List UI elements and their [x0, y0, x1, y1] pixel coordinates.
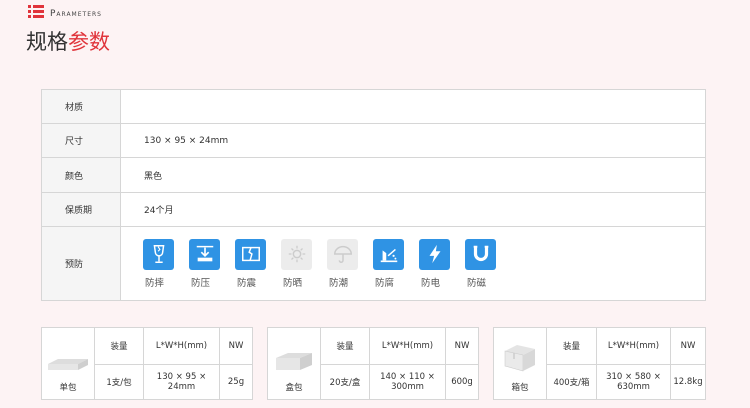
press-icon: [189, 238, 220, 270]
feature-label: 防腐: [375, 277, 395, 289]
feature-label: 防电: [421, 277, 441, 289]
spec-row-size: 尺寸 130 × 95 × 24mm: [41, 123, 706, 158]
feature-label: 防压: [191, 277, 211, 289]
package-dim: 140 × 110 × 300mm: [369, 364, 446, 400]
corrosion-icon: [373, 238, 404, 270]
spec-row-color: 颜色 黑色: [41, 157, 706, 193]
feature-label: 防震: [237, 277, 257, 289]
box-pack-icon: [276, 353, 312, 370]
spec-row-shelf-life: 保质期 24个月: [41, 192, 706, 227]
fragile-icon: [143, 238, 174, 270]
package-qty: 20支/盒: [320, 364, 370, 400]
shock-icon: [235, 238, 266, 270]
package-qty: 400支/箱: [546, 364, 597, 400]
feature-magnetic: 防磁: [463, 238, 509, 289]
package-nw: 600g: [445, 364, 479, 400]
package-qty: 1支/包: [94, 364, 144, 400]
col-header: L*W*H(mm): [596, 327, 671, 365]
package-table-box: 盒包 装量 L*W*H(mm) NW 20支/盒 140 × 110 × 300…: [267, 327, 479, 400]
feature-shock: 防震: [233, 238, 279, 289]
spec-key: 颜色: [41, 157, 121, 193]
section-subtitle: Parameters: [50, 9, 102, 19]
sun-icon: [281, 238, 312, 270]
feature-label: 防磁: [467, 277, 487, 289]
package-table-carton: 箱包 装量 L*W*H(mm) NW 400支/箱 310 × 580 × 63…: [493, 327, 706, 400]
feature-label: 防晒: [283, 277, 303, 289]
title-part-2: 参数: [68, 30, 110, 54]
package-name: 盒包: [285, 383, 303, 393]
col-header: 装量: [94, 327, 144, 365]
carton-icon: [504, 345, 535, 372]
magnet-icon: [465, 238, 496, 270]
spec-value: 24个月: [120, 192, 706, 227]
protection-features: 防摔 防压 防震 防晒 防潮 防腐 防电 防磁: [121, 238, 705, 289]
spec-row-material: 材质: [41, 89, 706, 124]
package-table-single: 单包 装量 L*W*H(mm) NW 1支/包 130 × 95 × 24mm …: [41, 327, 253, 400]
feature-electric: 防电: [417, 238, 463, 289]
single-pack-icon: [48, 359, 88, 370]
spec-value: [120, 89, 706, 124]
package-cell: 单包: [41, 327, 95, 400]
protection-cell: 防摔 防压 防震 防晒 防潮 防腐 防电 防磁: [120, 226, 706, 301]
package-nw: 25g: [219, 364, 253, 400]
package-cell: 箱包: [493, 327, 547, 400]
feature-fragile: 防摔: [141, 238, 187, 289]
parameters-list-icon: [28, 5, 44, 19]
col-header: 装量: [320, 327, 370, 365]
package-header-row: 单包 装量 L*W*H(mm) NW: [41, 327, 253, 400]
section-title: 规格参数: [26, 26, 110, 56]
package-name: 箱包: [511, 383, 529, 393]
col-header: NW: [219, 327, 253, 365]
col-header: L*W*H(mm): [369, 327, 446, 365]
spec-key: 尺寸: [41, 123, 121, 158]
package-dim: 130 × 95 × 24mm: [143, 364, 220, 400]
package-header-row: 箱包 装量 L*W*H(mm) NW: [493, 327, 706, 400]
umbrella-icon: [327, 238, 358, 270]
package-dim: 310 × 580 × 630mm: [596, 364, 671, 400]
feature-sun: 防晒: [279, 238, 325, 289]
feature-pressure: 防压: [187, 238, 233, 289]
feature-label: 防潮: [329, 277, 349, 289]
package-name: 单包: [59, 383, 77, 393]
spec-key: 预防: [41, 226, 121, 301]
feature-label: 防摔: [145, 277, 165, 289]
spec-table: 材质 尺寸 130 × 95 × 24mm 颜色 黑色 保质期 24个月 预防 …: [41, 89, 706, 301]
title-part-1: 规格: [26, 30, 68, 54]
col-header: NW: [670, 327, 706, 365]
spec-key: 保质期: [41, 192, 121, 227]
col-header: L*W*H(mm): [143, 327, 220, 365]
spec-key: 材质: [41, 89, 121, 124]
col-header: 装量: [546, 327, 597, 365]
package-nw: 12.8kg: [670, 364, 706, 400]
package-cell: 盒包: [267, 327, 321, 400]
lightning-icon: [419, 238, 450, 270]
feature-moisture: 防潮: [325, 238, 371, 289]
spec-value: 黑色: [120, 157, 706, 193]
spec-row-protection: 预防 防摔 防压 防震 防晒 防潮 防腐 防电 防磁: [41, 226, 706, 301]
feature-corrosion: 防腐: [371, 238, 417, 289]
col-header: NW: [445, 327, 479, 365]
spec-value: 130 × 95 × 24mm: [120, 123, 706, 158]
package-header-row: 盒包 装量 L*W*H(mm) NW: [267, 327, 479, 400]
